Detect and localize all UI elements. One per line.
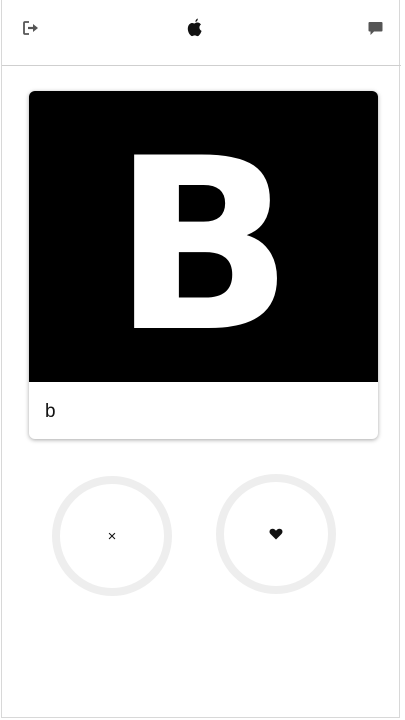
close-icon: ×: [107, 527, 117, 545]
svg-text:B: B: [112, 108, 293, 382]
card-title: b: [45, 401, 56, 422]
chat-bubble-icon: [368, 21, 382, 35]
like-button[interactable]: [216, 474, 336, 594]
logout-button[interactable]: [20, 17, 42, 39]
logout-icon: [23, 21, 38, 35]
card-image: B: [29, 91, 378, 385]
messages-button[interactable]: [364, 17, 386, 39]
apple-logo-icon: [187, 18, 202, 36]
dislike-button[interactable]: ×: [52, 476, 172, 596]
heart-icon: [269, 528, 283, 540]
top-bar: [2, 0, 401, 66]
home-logo-button[interactable]: [183, 15, 207, 39]
profile-card[interactable]: B b: [29, 91, 378, 439]
app-frame: B b ×: [1, 0, 401, 718]
card-image-letter: B: [112, 108, 293, 385]
